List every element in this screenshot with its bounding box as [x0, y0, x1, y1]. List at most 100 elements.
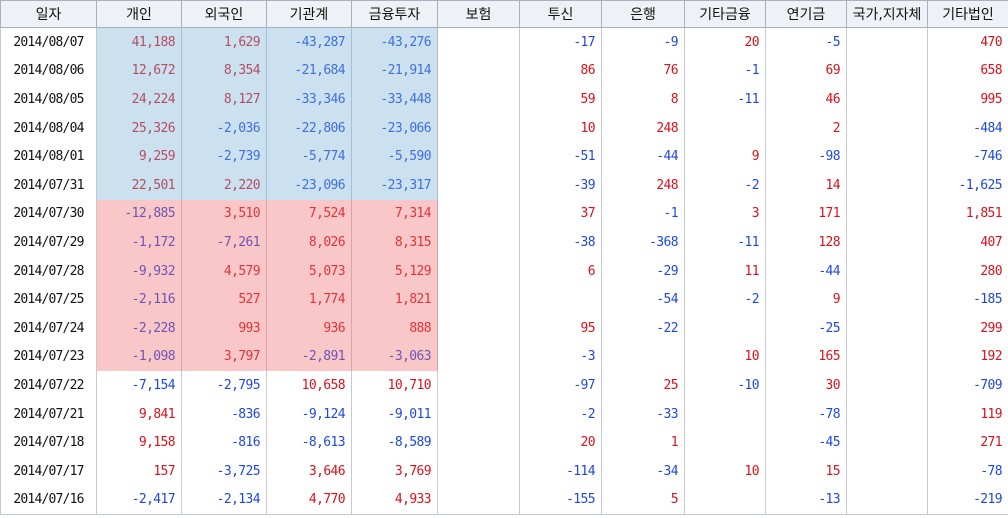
table-row[interactable]: 2014/08/05 24,224 8,127 -33,346 -33,448 59 8 -1… [0, 85, 1008, 114]
value-cell: -1,625 [927, 170, 1008, 200]
column-header[interactable]: 외국인 [181, 0, 267, 28]
value-cell: -5,590 [351, 142, 438, 171]
column-header[interactable]: 은행 [601, 0, 685, 28]
value-cell: 119 [927, 399, 1008, 429]
value-cell [846, 199, 928, 229]
value-cell: 470 [927, 27, 1008, 57]
value-cell: 3 [684, 199, 766, 229]
value-cell: -2 [519, 399, 602, 429]
value-cell: -2,795 [181, 371, 267, 400]
value-cell [437, 485, 520, 516]
date-cell: 2014/07/30 [0, 199, 97, 229]
date-cell: 2014/07/16 [0, 485, 97, 516]
value-cell [437, 199, 520, 229]
value-cell [437, 142, 520, 171]
column-header[interactable]: 국가,지자체 [846, 0, 928, 28]
value-cell: 10 [684, 342, 766, 372]
value-cell: 59 [519, 85, 602, 114]
value-cell: 1 [601, 428, 685, 457]
value-cell: 4,933 [351, 485, 438, 516]
column-header[interactable]: 연기금 [765, 0, 847, 28]
value-cell: -44 [601, 142, 685, 171]
value-cell [846, 456, 928, 486]
value-cell: 3,510 [181, 199, 267, 229]
column-header[interactable]: 보험 [437, 0, 520, 28]
value-cell: 95 [519, 313, 602, 343]
value-cell: 128 [765, 228, 847, 257]
value-cell: 10,658 [266, 371, 352, 400]
value-cell: 10 [519, 113, 602, 143]
investor-trading-table: 일자 개인 외국인 기관계 금융투자 보험 투신 은행 기타금융 연기금 국가,지자체 기타법인 20… [0, 0, 1008, 516]
value-cell: -13 [765, 485, 847, 516]
value-cell [684, 113, 766, 143]
value-cell [437, 399, 520, 429]
value-cell: 993 [181, 313, 267, 343]
value-cell: 8 [601, 85, 685, 114]
column-header[interactable]: 개인 [96, 0, 182, 28]
value-cell: -38 [519, 228, 602, 257]
value-cell: 299 [927, 313, 1008, 343]
table-row[interactable]: 2014/07/17 157 -3,725 3,646 3,769 -114 -34 10 15… [0, 456, 1008, 486]
value-cell: 7,524 [266, 199, 352, 229]
column-header[interactable]: 일자 [0, 0, 97, 28]
value-cell: -1,172 [96, 228, 182, 257]
value-cell: -1,098 [96, 342, 182, 372]
table-row[interactable]: 2014/08/04 25,326 -2,036 -22,806 -23,066 10 24… [0, 113, 1008, 143]
value-cell: -12,885 [96, 199, 182, 229]
value-cell: -8,589 [351, 428, 438, 457]
value-cell [684, 485, 766, 516]
value-cell: 10,710 [351, 371, 438, 400]
value-cell [846, 27, 928, 57]
value-cell: 1,629 [181, 27, 267, 57]
value-cell: -33 [601, 399, 685, 429]
table-row[interactable]: 2014/07/23 -1,098 3,797 -2,891 -3,063 -3 10 165… [0, 342, 1008, 372]
table-row[interactable]: 2014/07/31 22,501 2,220 -23,096 -23,317 -39 24… [0, 170, 1008, 200]
value-cell: -17 [519, 27, 602, 57]
value-cell: -10 [684, 371, 766, 400]
table-row[interactable]: 2014/08/01 9,259 -2,739 -5,774 -5,590 -51 -44 9… [0, 142, 1008, 171]
column-header[interactable]: 투신 [519, 0, 602, 28]
value-cell: 271 [927, 428, 1008, 457]
value-cell [519, 285, 602, 314]
table-row[interactable]: 2014/08/07 41,188 1,629 -43,287 -43,276 -17 -9… [0, 27, 1008, 57]
value-cell: 5,073 [266, 256, 352, 286]
value-cell: 248 [601, 113, 685, 143]
value-cell: -3,725 [181, 456, 267, 486]
column-header[interactable]: 금융투자 [351, 0, 438, 28]
value-cell: -43,287 [266, 27, 352, 57]
value-cell: 14 [765, 170, 847, 200]
value-cell [437, 170, 520, 200]
value-cell: -44 [765, 256, 847, 286]
value-cell: 157 [96, 456, 182, 486]
value-cell [846, 342, 928, 372]
value-cell [437, 85, 520, 114]
table-row[interactable]: 2014/07/16 -2,417 -2,134 4,770 4,933 -155 5 -13… [0, 485, 1008, 516]
value-cell: -5,774 [266, 142, 352, 171]
column-header[interactable]: 기관계 [266, 0, 352, 28]
table-row[interactable]: 2014/07/22 -7,154 -2,795 10,658 10,710 -97 25-… [0, 371, 1008, 400]
column-header[interactable]: 기타법인 [927, 0, 1008, 28]
value-cell: 25 [601, 371, 685, 400]
table-row[interactable]: 2014/07/24 -2,228 993 936 888 95 -22 -25 299 [0, 313, 1008, 343]
table-row[interactable]: 2014/08/06 12,672 8,354 -21,684 -21,914 86 76-… [0, 56, 1008, 86]
value-cell: 165 [765, 342, 847, 372]
value-cell: 9,259 [96, 142, 182, 171]
table-row[interactable]: 2014/07/29 -1,172 -7,261 8,026 8,315 -38 -368-… [0, 228, 1008, 257]
value-cell: 280 [927, 256, 1008, 286]
table-row[interactable]: 2014/07/28 -9,932 4,579 5,073 5,129 6 -29 11 -44… [0, 256, 1008, 286]
value-cell: -816 [181, 428, 267, 457]
value-cell: 407 [927, 228, 1008, 257]
value-cell: 8,026 [266, 228, 352, 257]
table-row[interactable]: 2014/07/25 -2,116 527 1,774 1,821 -54 -2 9 -185 [0, 285, 1008, 314]
column-header[interactable]: 기타금융 [684, 0, 766, 28]
table-row[interactable]: 2014/07/30 -12,885 3,510 7,524 7,314 37 -1 3 171… [0, 199, 1008, 229]
value-cell: 2,220 [181, 170, 267, 200]
table-row[interactable]: 2014/07/21 9,841 -836 -9,124 -9,011 -2 -33 -78 1… [0, 399, 1008, 429]
value-cell: 37 [519, 199, 602, 229]
table-row[interactable]: 2014/07/18 9,158 -816 -8,613 -8,589 20 1 -45 271 [0, 428, 1008, 457]
value-cell [437, 113, 520, 143]
value-cell [437, 27, 520, 57]
value-cell: 1,851 [927, 199, 1008, 229]
value-cell: -21,684 [266, 56, 352, 86]
value-cell [437, 313, 520, 343]
